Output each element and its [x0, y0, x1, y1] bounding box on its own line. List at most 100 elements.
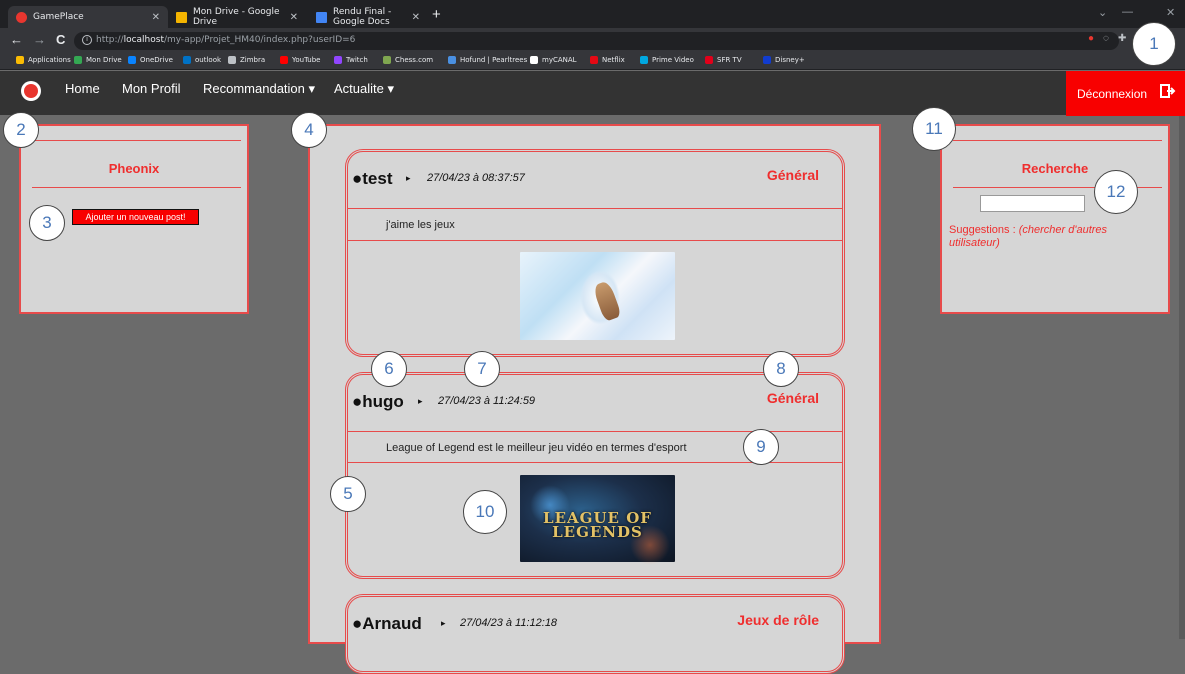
bookmark-item[interactable]: Prime Video	[640, 56, 694, 64]
address-bar: ← → C i http://localhost/my-app/Projet_H…	[0, 28, 1185, 54]
post-author[interactable]: ●test	[352, 169, 393, 189]
post-header: ●Arnaud ▸ 27/04/23 à 11:12:18 Jeux de rô…	[348, 597, 842, 653]
close-tab-icon[interactable]: ✕	[152, 12, 160, 23]
bookmark-favicon-icon	[128, 56, 136, 64]
search-title: Recherche	[1021, 161, 1089, 176]
bookmark-favicon-icon	[640, 56, 648, 64]
post-author[interactable]: ●hugo	[352, 392, 404, 412]
docs-favicon-icon	[316, 11, 327, 23]
nav-recommandation[interactable]: Recommandation ▾	[203, 81, 315, 97]
add-post-button[interactable]: Ajouter un nouveau post!	[72, 209, 199, 225]
annotation-marker: 1	[1132, 22, 1176, 66]
tab-search-icon[interactable]: ⌄	[1098, 6, 1107, 19]
bookmark-item[interactable]: Applications	[16, 56, 71, 64]
divider	[953, 140, 1162, 141]
close-tab-icon[interactable]: ✕	[290, 12, 298, 23]
post-image	[520, 252, 675, 340]
post-category: Général	[766, 167, 819, 183]
minimize-icon[interactable]: —	[1122, 6, 1133, 18]
tab-google-docs[interactable]: Rendu Final - Google Docs ✕	[308, 6, 428, 28]
gameplace-logo[interactable]	[21, 81, 41, 101]
nav-actualite[interactable]: Actualite ▾	[334, 81, 394, 97]
search-panel: Recherche	[940, 124, 1170, 314]
annotation-marker: 6	[371, 351, 407, 387]
bookmark-favicon-icon	[705, 56, 713, 64]
arrow-icon: ▸	[406, 173, 411, 183]
league-of-legends-logo: LEAGUE OF LEGENDS	[543, 509, 652, 541]
annotation-marker: 9	[743, 429, 779, 465]
bookmarks-bar: Applications Mon Drive OneDrive outlook Zimb…	[0, 54, 1185, 70]
tab-google-drive[interactable]: Mon Drive - Google Drive ✕	[168, 6, 306, 28]
post-text: j'aime les jeux	[386, 219, 455, 231]
user-search-input[interactable]	[980, 195, 1085, 212]
annotation-marker: 2	[3, 112, 39, 148]
bookmark-favicon-icon	[763, 56, 771, 64]
adblock-icon[interactable]: ●	[1088, 33, 1094, 44]
logout-button[interactable]: Déconnexion	[1066, 71, 1185, 116]
annotation-marker: 4	[291, 112, 327, 148]
divider	[32, 140, 241, 141]
bookmark-item[interactable]: Chess.com	[383, 56, 433, 64]
close-tab-icon[interactable]: ✕	[412, 12, 420, 23]
extensions-bar: ● ◌ ✚	[1088, 33, 1126, 44]
bookmark-label: Zimbra	[240, 56, 266, 64]
bookmark-label: Mon Drive	[86, 56, 122, 64]
browser-window: GamePlace ✕ Mon Drive - Google Drive ✕ R…	[0, 0, 1185, 674]
post-date: 27/04/23 à 11:12:18	[460, 617, 558, 629]
annotation-marker: 11	[912, 107, 956, 151]
divider	[348, 208, 842, 209]
bookmark-label: Chess.com	[395, 56, 434, 64]
bookmark-favicon-icon	[334, 56, 342, 64]
bookmark-label: Twitch	[346, 56, 368, 64]
bookmark-item[interactable]: YouTube	[280, 56, 320, 64]
close-window-icon[interactable]: ✕	[1166, 6, 1175, 19]
suggestions-text: Suggestions : (chercher d'autres utilisa…	[949, 224, 1149, 250]
bookmark-item[interactable]: Mon Drive	[74, 56, 122, 64]
bookmark-label: Hofund | Pearltrees	[460, 56, 528, 64]
bookmark-label: outlook	[195, 56, 222, 64]
forward-icon[interactable]: →	[33, 33, 46, 47]
gameplace-favicon-icon	[16, 11, 27, 23]
puzzle-icon[interactable]: ✚	[1118, 33, 1126, 44]
arrow-icon: ▸	[418, 396, 423, 406]
bookmark-item[interactable]: outlook	[183, 56, 221, 64]
annotation-marker: 7	[464, 351, 500, 387]
post-category: Général	[766, 390, 819, 406]
annotation-marker: 8	[763, 351, 799, 387]
bookmark-favicon-icon	[590, 56, 598, 64]
post-header: ●hugo ▸ 27/04/23 à 11:24:59 Général	[348, 375, 842, 431]
site-info-icon[interactable]: i	[82, 35, 92, 45]
bookmark-item[interactable]: Disney+	[763, 56, 805, 64]
page-scrollbar[interactable]	[1179, 116, 1185, 639]
bookmark-favicon-icon	[530, 56, 538, 64]
annotation-marker: 3	[29, 205, 65, 241]
bookmark-item[interactable]: Hofund | Pearltrees	[448, 56, 527, 64]
annotation-marker: 12	[1094, 170, 1138, 214]
new-tab-button[interactable]: +	[432, 6, 441, 24]
back-icon[interactable]: ←	[10, 33, 23, 47]
logout-label: Déconnexion	[1077, 87, 1148, 101]
bookmark-item[interactable]: SFR TV	[705, 56, 742, 64]
nav-home[interactable]: Home	[65, 81, 100, 97]
url-field[interactable]: i http://localhost/my-app/Projet_HM40/in…	[74, 32, 1119, 50]
bookmark-item[interactable]: Zimbra	[228, 56, 265, 64]
reload-icon[interactable]: C	[56, 33, 65, 47]
post-date: 27/04/23 à 08:37:57	[427, 172, 525, 184]
post-date: 27/04/23 à 11:24:59	[438, 395, 536, 407]
post-image: LEAGUE OF LEGENDS	[520, 475, 675, 565]
nav-mon-profil[interactable]: Mon Profil	[122, 81, 181, 97]
extension-icon[interactable]: ◌	[1103, 33, 1109, 44]
logout-icon	[1160, 84, 1176, 98]
bookmark-item[interactable]: Twitch	[334, 56, 368, 64]
bookmark-item[interactable]: Netflix	[590, 56, 625, 64]
bookmark-label: myCANAL	[542, 56, 577, 64]
suggestions-label: Suggestions :	[949, 224, 1019, 236]
post-author[interactable]: ●Arnaud	[352, 614, 422, 634]
bookmark-item[interactable]: myCANAL	[530, 56, 577, 64]
post-header: ●test ▸ 27/04/23 à 08:37:57 Général	[348, 152, 842, 208]
bookmark-favicon-icon	[183, 56, 191, 64]
tab-gameplace[interactable]: GamePlace ✕	[8, 6, 168, 28]
bookmark-item[interactable]: OneDrive	[128, 56, 173, 64]
tab-bar: GamePlace ✕ Mon Drive - Google Drive ✕ R…	[0, 0, 1185, 28]
bookmark-label: SFR TV	[717, 56, 742, 64]
